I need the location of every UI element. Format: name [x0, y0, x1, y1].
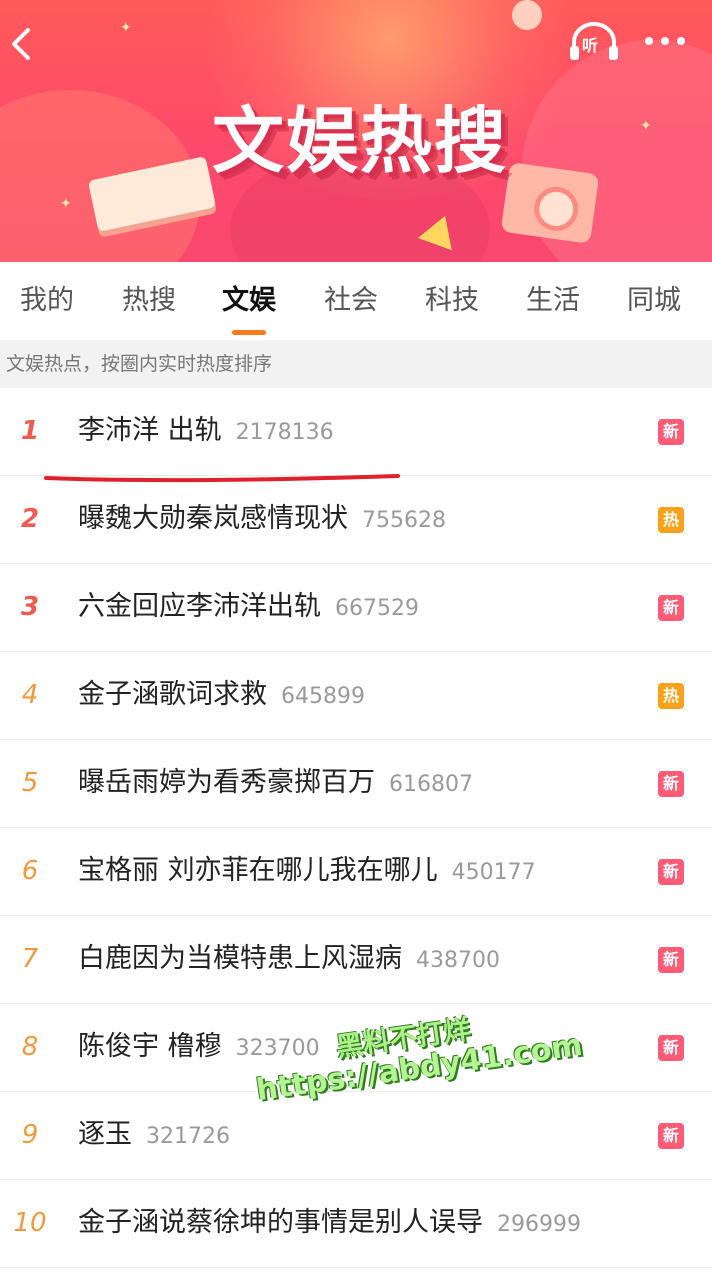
tab-tech[interactable]: 科技	[411, 282, 493, 322]
page-title: 文娱热搜	[211, 99, 508, 183]
rank-number: 1	[20, 416, 40, 446]
heat-count: 645899	[281, 684, 365, 709]
list-item[interactable]: 10 金子涵说蔡徐坤的事情是别人误导 296999	[0, 1180, 712, 1268]
header-banner: ✦ ✦ ✦ 文娱热搜 听	[0, 0, 712, 262]
new-badge: 新	[658, 419, 684, 445]
item-title-wrap: 曝魏大勋秦岚感情现状 755628	[78, 500, 446, 540]
item-title-wrap: 宝格丽 刘亦菲在哪儿我在哪儿 450177	[78, 852, 536, 892]
heat-count: 450177	[451, 860, 536, 885]
item-title-wrap: 曝岳雨婷为看秀豪掷百万 616807	[78, 764, 473, 804]
item-title: 白鹿因为当模特患上风湿病	[78, 943, 402, 974]
rank-number: 10	[13, 1208, 47, 1238]
tab-society[interactable]: 社会	[310, 282, 392, 322]
list-item[interactable]: 3 六金回应李沛洋出轨 667529 新	[0, 564, 712, 652]
active-tab-indicator	[232, 330, 266, 335]
hot-badge: 热	[658, 683, 684, 709]
list-item[interactable]: 2 曝魏大勋秦岚感情现状 755628 热	[0, 476, 712, 564]
item-title-wrap: 金子涵说蔡徐坤的事情是别人误导 296999	[78, 1204, 581, 1244]
star-decoration: ✦	[120, 20, 132, 36]
item-title: 宝格丽 刘亦菲在哪儿我在哪儿	[78, 855, 438, 886]
red-underline-annotation	[44, 474, 400, 483]
new-badge: 新	[658, 947, 684, 973]
listen-label: 听	[582, 36, 599, 55]
star-decoration: ✦	[640, 118, 652, 134]
item-title: 金子涵歌词求救	[78, 679, 267, 710]
heat-count: 616807	[389, 772, 473, 797]
item-title: 曝岳雨婷为看秀豪掷百万	[78, 767, 375, 798]
heat-count: 755628	[362, 508, 446, 533]
rank-number: 9	[21, 1120, 39, 1150]
list-item[interactable]: 4 金子涵歌词求救 645899 热	[0, 652, 712, 740]
tab-hot-search[interactable]: 热搜	[108, 282, 190, 322]
rank-number: 8	[21, 1032, 39, 1062]
ball-decoration	[512, 0, 542, 30]
item-title: 李沛洋 出轨	[78, 415, 222, 446]
tab-life[interactable]: 生活	[512, 282, 594, 322]
tab-entertainment[interactable]: 文娱	[208, 282, 290, 322]
new-badge: 新	[658, 771, 684, 797]
item-title: 曝魏大勋秦岚感情现状	[78, 503, 348, 534]
item-title: 金子涵说蔡徐坤的事情是别人误导	[78, 1207, 483, 1238]
list-item[interactable]: 6 宝格丽 刘亦菲在哪儿我在哪儿 450177 新	[0, 828, 712, 916]
section-subtitle: 文娱热点，按圈内实时热度排序	[0, 340, 712, 388]
new-badge: 新	[658, 595, 684, 621]
tab-mine[interactable]: 我的	[6, 282, 88, 322]
heat-count: 321726	[146, 1124, 230, 1149]
rank-number: 7	[21, 944, 39, 974]
hot-badge: 热	[658, 507, 684, 533]
new-badge: 新	[658, 1123, 684, 1149]
item-title: 陈俊宇 橹穆	[78, 1031, 222, 1062]
item-title-wrap: 李沛洋 出轨 2178136	[78, 412, 334, 452]
item-title-wrap: 白鹿因为当模特患上风湿病 438700	[78, 940, 500, 980]
heat-count: 667529	[335, 596, 419, 621]
tab-local[interactable]: 同城	[612, 282, 696, 322]
list-item[interactable]: 1 李沛洋 出轨 2178136 新	[0, 388, 712, 476]
heat-count: 296999	[497, 1212, 581, 1237]
item-title-wrap: 逐玉 321726	[78, 1116, 230, 1156]
item-title: 逐玉	[78, 1119, 132, 1150]
rank-number: 2	[20, 504, 40, 534]
new-badge: 新	[658, 859, 684, 885]
heat-count: 2178136	[235, 420, 334, 445]
heat-count: 438700	[416, 948, 500, 973]
item-title-wrap: 六金回应李沛洋出轨 667529	[78, 588, 419, 628]
more-icon[interactable]	[640, 28, 690, 54]
star-decoration: ✦	[60, 196, 72, 212]
back-icon[interactable]	[6, 24, 40, 62]
list-item[interactable]: 5 曝岳雨婷为看秀豪掷百万 616807 新	[0, 740, 712, 828]
item-title: 六金回应李沛洋出轨	[78, 591, 321, 622]
rank-number: 3	[20, 592, 40, 622]
rank-number: 5	[21, 768, 39, 798]
category-tabs: 我的 热搜 文娱 社会 科技 生活 同城	[0, 262, 712, 340]
headphones-icon[interactable]: 听	[566, 20, 622, 64]
list-item[interactable]: 7 白鹿因为当模特患上风湿病 438700 新	[0, 916, 712, 1004]
new-badge: 新	[658, 1035, 684, 1061]
rank-number: 6	[21, 856, 39, 886]
rank-number: 4	[21, 680, 39, 710]
item-title-wrap: 金子涵歌词求救 645899	[78, 676, 365, 716]
